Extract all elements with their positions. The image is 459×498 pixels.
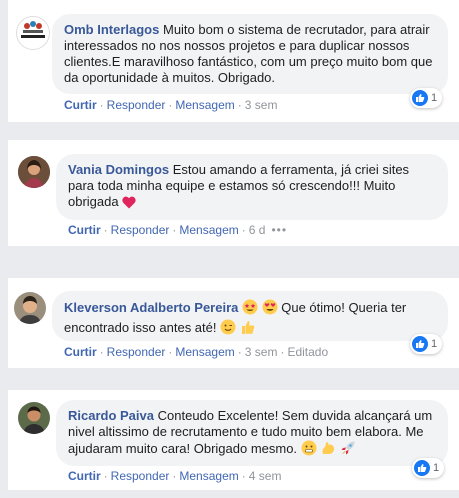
avatar[interactable] (18, 402, 50, 434)
omb-logo-icon (21, 21, 45, 38)
edited-label: Editado (287, 345, 329, 359)
comment-actions: Curtir · Responder · Mensagem · 4 sem (68, 469, 282, 483)
comment-card-4: Ricardo Paiva Conteudo Excelente! Sem du… (8, 390, 459, 490)
profile-photo-icon (18, 402, 50, 434)
like-reaction-icon (412, 90, 428, 106)
like-link[interactable]: Curtir (68, 223, 101, 237)
message-link[interactable]: Mensagem (175, 345, 234, 359)
avatar[interactable] (14, 292, 46, 324)
rocket-emoji-icon (340, 440, 356, 460)
profile-photo-icon (14, 292, 46, 324)
comment-author[interactable]: Kleverson Adalberto Pereira (64, 300, 238, 315)
timestamp[interactable]: 4 sem (249, 469, 282, 483)
star-struck-emoji-icon (242, 299, 258, 319)
heart-emoji-icon (122, 196, 136, 213)
avatar[interactable] (16, 16, 50, 50)
comment-actions: Curtir · Responder · Mensagem · 3 sem · Editado (64, 345, 329, 359)
comment-bubble: Omb Interlagos Muito bom o sistema de re… (52, 14, 448, 94)
thumbs-up-emoji-icon (240, 319, 256, 339)
grimace-emoji-icon (301, 440, 317, 460)
like-reaction-icon (414, 460, 430, 476)
comment-bubble: Kleverson Adalberto Pereira Que ótimo! Q… (52, 291, 448, 341)
message-link[interactable]: Mensagem (179, 469, 238, 483)
profile-photo-icon (18, 156, 50, 188)
like-reaction-icon (412, 336, 428, 352)
timestamp[interactable]: 6 d (249, 223, 266, 237)
reaction-count-value: 1 (431, 92, 438, 104)
avatar[interactable] (18, 156, 50, 188)
timestamp[interactable]: 3 sem (245, 345, 278, 359)
like-link[interactable]: Curtir (64, 345, 97, 359)
comment-card-2: Vania Domingos Estou amando a ferramenta… (8, 140, 459, 246)
comment-actions: Curtir · Responder · Mensagem · 3 sem (64, 98, 278, 112)
message-link[interactable]: Mensagem (175, 98, 234, 112)
comment-author[interactable]: Ricardo Paiva (68, 408, 154, 423)
reply-link[interactable]: Responder (111, 223, 170, 237)
reply-link[interactable]: Responder (111, 469, 170, 483)
comment-card-3: Kleverson Adalberto Pereira Que ótimo! Q… (8, 278, 459, 368)
comment-actions: Curtir · Responder · Mensagem · 6 d ••• (68, 223, 288, 237)
heart-eyes-emoji-icon (262, 299, 278, 319)
comment-card-1: Omb Interlagos Muito bom o sistema de re… (8, 0, 459, 122)
flexed-biceps-emoji-icon (320, 440, 336, 460)
reaction-count-value: 1 (431, 338, 438, 350)
timestamp[interactable]: 3 sem (245, 98, 278, 112)
reaction-count[interactable]: 1 (410, 88, 443, 108)
more-options-icon[interactable]: ••• (271, 223, 287, 237)
like-link[interactable]: Curtir (64, 98, 97, 112)
message-link[interactable]: Mensagem (179, 223, 238, 237)
comment-author[interactable]: Omb Interlagos (64, 22, 159, 37)
reaction-count-value: 1 (433, 462, 440, 474)
like-link[interactable]: Curtir (68, 469, 101, 483)
comment-author[interactable]: Vania Domingos (68, 162, 169, 177)
comment-bubble: Ricardo Paiva Conteudo Excelente! Sem du… (56, 400, 448, 466)
wink-emoji-icon (220, 319, 236, 339)
reaction-count[interactable]: 1 (412, 458, 445, 478)
reply-link[interactable]: Responder (107, 98, 166, 112)
reply-link[interactable]: Responder (107, 345, 166, 359)
reaction-count[interactable]: 1 (410, 334, 443, 354)
comment-bubble: Vania Domingos Estou amando a ferramenta… (56, 154, 448, 220)
